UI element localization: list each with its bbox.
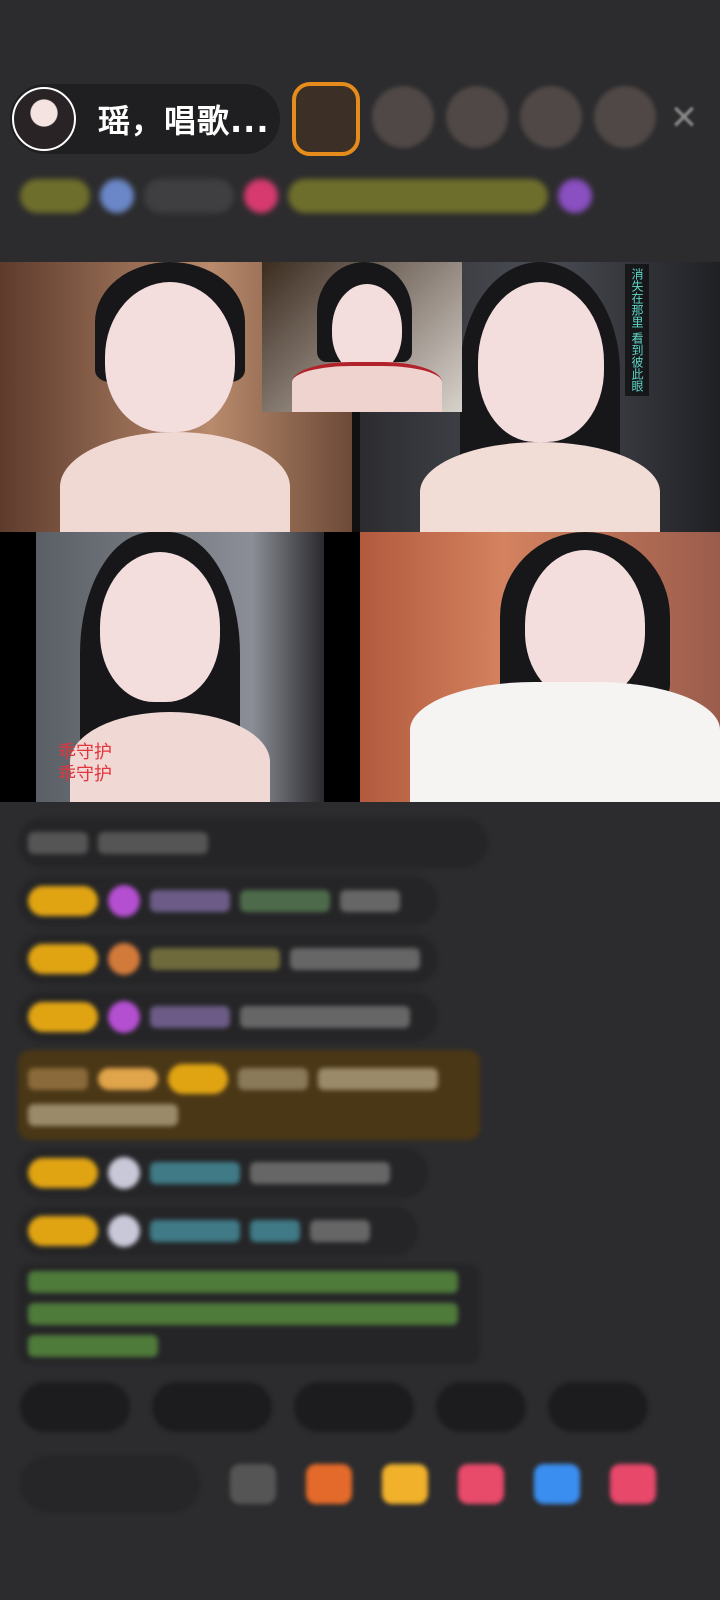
white-top [410,682,720,802]
level-badge [28,944,98,974]
medal-icon [108,1215,140,1247]
chat-user [150,890,230,912]
host-avatar[interactable] [12,87,76,151]
chat-text [250,1162,390,1184]
medal-icon [108,1157,140,1189]
tag-icon [558,179,592,213]
comment-input[interactable] [20,1455,200,1513]
host-name: 瑶，唱歌... [98,102,270,140]
quick-actions [20,1382,648,1432]
system-notice [18,1264,480,1364]
level-badge [28,1216,98,1246]
chat-message [18,992,438,1042]
game-icon[interactable] [534,1464,580,1504]
chat-user [150,948,280,970]
quick-chip[interactable] [20,1382,130,1432]
tag-icon [244,179,278,213]
chat-user [150,1220,240,1242]
level-badge [28,1158,98,1188]
gift-icon[interactable] [382,1464,428,1504]
chat-text [310,1220,370,1242]
gift-box-icon[interactable] [306,1464,352,1504]
stream-tile[interactable] [360,532,720,802]
chat-message [18,1148,428,1198]
top-viewers [292,82,656,160]
tag-icon [100,179,134,213]
chat-message-highlight [18,1050,480,1140]
chat-user [150,1006,230,1028]
level-badge [168,1064,228,1094]
emoji-icon[interactable] [230,1464,276,1504]
stream-caption: 消失在那里 看到彼此眼 [625,264,649,396]
chat-text [340,890,400,912]
medal-icon [108,885,140,917]
activity-icon[interactable] [458,1464,504,1504]
medal-icon [108,1001,140,1033]
shoulders [420,442,660,532]
chat-text [28,1104,178,1126]
quick-chip[interactable] [548,1382,648,1432]
multi-stream-grid: 消失在那里 看到彼此眼 乖守护 乖守护 [0,262,720,802]
chat-message [18,818,488,868]
quick-chip[interactable] [294,1382,414,1432]
chat-feed[interactable] [18,818,488,1372]
chat-message [18,934,438,984]
room-tags-row [20,170,700,222]
bottom-toolbar [20,1452,700,1516]
viewer-avatar[interactable] [446,86,508,148]
chat-user [238,1068,308,1090]
tag[interactable] [144,179,234,213]
medal-icon [108,943,140,975]
quick-chip[interactable] [152,1382,272,1432]
stream-caption: 乖守护 乖守护 [58,742,112,785]
chat-text [240,1006,410,1028]
top-viewer-avatar[interactable] [292,82,360,156]
close-icon[interactable]: ✕ [666,100,702,136]
stream-tile-small[interactable] [262,262,462,412]
host-info-pill[interactable]: 瑶，唱歌... [10,84,280,154]
viewer-avatar[interactable] [594,86,656,148]
chat-text [28,832,88,854]
shoulders [292,362,442,412]
chat-message [18,1206,418,1256]
face [105,282,235,432]
live-room-screen: 瑶，唱歌... ✕ 消失在那里 看到彼此眼 乖守护 乖守护 [0,0,720,1600]
badge [98,1068,158,1090]
chat-user [150,1162,240,1184]
chat-message [18,876,438,926]
notice-text [28,1271,458,1293]
face [478,282,604,442]
level-badge [28,1002,98,1032]
quick-chip[interactable] [436,1382,526,1432]
stream-tile[interactable]: 乖守护 乖守护 [0,532,360,802]
shoulders [60,432,290,532]
face [100,552,220,702]
viewer-avatar[interactable] [372,86,434,148]
more-icon[interactable] [610,1464,656,1504]
face [332,284,402,374]
chat-user [240,890,330,912]
chat-text [318,1068,438,1090]
notice-text [28,1303,458,1325]
chat-user [250,1220,300,1242]
chat-text [98,832,208,854]
chat-user [28,1068,88,1090]
viewer-avatar[interactable] [520,86,582,148]
face [525,550,645,700]
tag[interactable] [288,179,548,213]
notice-text [28,1335,158,1357]
tag[interactable] [20,179,90,213]
chat-text [290,948,420,970]
level-badge [28,886,98,916]
